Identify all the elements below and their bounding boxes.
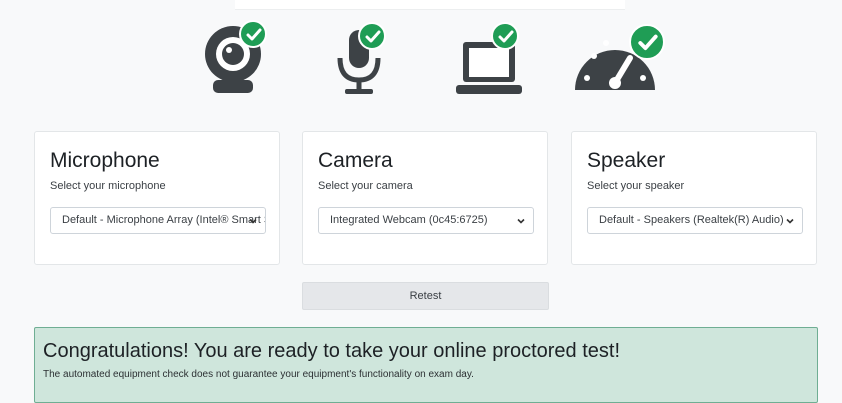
camera-hint: Select your camera <box>318 180 413 192</box>
header-strip <box>235 0 625 10</box>
speaker-select[interactable]: Default - Speakers (Realtek(R) Audio) <box>587 207 803 234</box>
success-note: The automated equipment check does not g… <box>43 369 474 380</box>
microphone-hint: Select your microphone <box>50 180 166 192</box>
chevron-down-icon <box>249 218 257 224</box>
chevron-down-icon <box>517 218 525 224</box>
laptop-check-icon <box>491 22 519 50</box>
microphone-card: Microphone Select your microphone Defaul… <box>34 131 280 265</box>
speaker-card: Speaker Select your speaker Default - Sp… <box>571 131 817 265</box>
webcam-status <box>195 18 285 98</box>
success-heading: Congratulations! You are ready to take y… <box>43 340 621 362</box>
speaker-select-value: Default - Speakers (Realtek(R) Audio) <box>599 214 784 226</box>
camera-select[interactable]: Integrated Webcam (0c45:6725) <box>318 207 534 234</box>
webcam-check-icon <box>239 20 267 48</box>
device-status-icons <box>10 18 842 108</box>
microphone-check-icon <box>358 22 386 50</box>
microphone-title: Microphone <box>50 149 160 172</box>
microphone-status <box>328 18 418 98</box>
equipment-check-page: Microphone Select your microphone Defaul… <box>10 0 842 403</box>
speedometer-status <box>572 18 665 98</box>
retest-button[interactable]: Retest <box>302 282 549 310</box>
camera-card: Camera Select your camera Integrated Web… <box>302 131 548 265</box>
microphone-select[interactable]: Default - Microphone Array (Intel® Smart… <box>50 207 266 234</box>
success-alert: Congratulations! You are ready to take y… <box>34 327 818 403</box>
camera-title: Camera <box>318 149 393 172</box>
chevron-down-icon <box>786 218 794 224</box>
laptop-status <box>453 18 543 98</box>
speaker-check-icon <box>629 24 665 60</box>
speaker-hint: Select your speaker <box>587 180 685 192</box>
camera-select-value: Integrated Webcam (0c45:6725) <box>330 214 488 226</box>
microphone-select-value: Default - Microphone Array (Intel® Smart… <box>62 214 265 226</box>
speaker-title: Speaker <box>587 149 666 172</box>
